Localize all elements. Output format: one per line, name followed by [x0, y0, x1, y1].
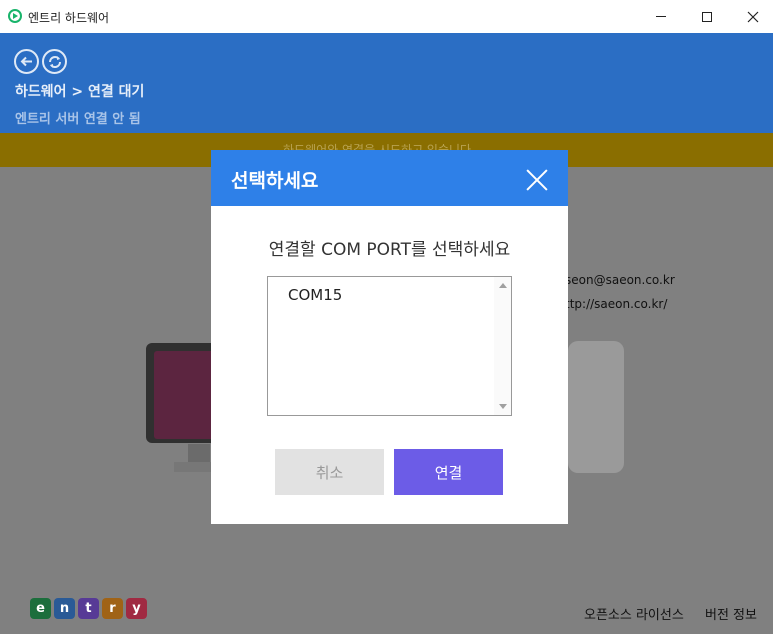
window-title: 엔트리 하드웨어	[28, 11, 110, 25]
entry-logo: e n t r y	[30, 598, 147, 619]
back-button[interactable]	[14, 49, 39, 74]
version-info-link[interactable]: 버전 정보	[705, 604, 757, 623]
contact-email: seon@saeon.co.kr	[565, 273, 675, 287]
dialog-header: 선택하세요	[211, 150, 568, 206]
logo-letter: t	[78, 598, 99, 619]
monitor-illustration	[146, 343, 220, 443]
arrow-left-icon	[20, 56, 32, 67]
monitor-stand	[188, 444, 210, 464]
maximize-icon	[702, 11, 712, 22]
maximize-button[interactable]	[684, 0, 730, 33]
monitor-screen	[154, 351, 216, 439]
window-titlebar: 엔트리 하드웨어	[0, 0, 773, 33]
logo-letter: e	[30, 598, 51, 619]
close-window-button[interactable]	[730, 0, 773, 33]
app-header: 하드웨어 > 연결 대기 엔트리 서버 연결 안 됨	[0, 33, 773, 133]
logo-letter: y	[126, 598, 147, 619]
com-port-listbox[interactable]: COM15	[267, 276, 512, 416]
scroll-up-icon[interactable]	[499, 283, 507, 288]
com-port-dialog: 선택하세요 연결할 COM PORT를 선택하세요 COM15 취소 연결	[211, 150, 568, 524]
entry-app-icon	[8, 9, 22, 23]
logo-letter: n	[54, 598, 75, 619]
minimize-icon	[656, 16, 666, 17]
refresh-icon	[48, 55, 61, 68]
dialog-title: 선택하세요	[231, 170, 319, 192]
open-source-license-link[interactable]: 오픈소스 라이선스	[584, 604, 684, 623]
dialog-close-icon[interactable]	[520, 162, 554, 196]
close-icon	[747, 11, 759, 22]
logo-letter: r	[102, 598, 123, 619]
minimize-button[interactable]	[638, 0, 684, 33]
listbox-scrollbar[interactable]	[494, 277, 511, 415]
hardware-device-image	[568, 341, 624, 473]
contact-url: ttp://saeon.co.kr/	[565, 297, 668, 311]
breadcrumb: 하드웨어 > 연결 대기	[15, 84, 145, 100]
cancel-button[interactable]: 취소	[275, 449, 384, 495]
server-status: 엔트리 서버 연결 안 됨	[15, 112, 141, 127]
refresh-button[interactable]	[42, 49, 67, 74]
connect-button[interactable]: 연결	[394, 449, 503, 495]
com-port-option[interactable]: COM15	[288, 286, 342, 304]
scroll-down-icon[interactable]	[499, 404, 507, 409]
dialog-prompt: 연결할 COM PORT를 선택하세요	[268, 240, 511, 260]
